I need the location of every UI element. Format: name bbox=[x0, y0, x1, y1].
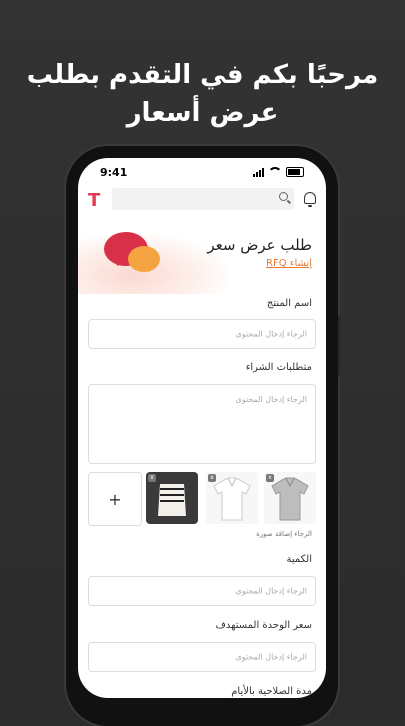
app-top-bar: T bbox=[86, 188, 318, 212]
validity-days-label: مدة الصلاحية بالأيام bbox=[231, 686, 312, 697]
add-image-button[interactable]: + bbox=[88, 472, 142, 526]
add-image-note: الرجاء إضافة صورة bbox=[256, 530, 312, 538]
purchase-requirements-placeholder: الرجاء إدخال المحتوى bbox=[235, 395, 307, 404]
status-time: 9:41 bbox=[100, 166, 128, 179]
phone-frame: 9:41 T طلب عرض سعر إنشاء RFQ اسم المنتج … bbox=[66, 146, 341, 726]
banner-title: طلب عرض سعر bbox=[207, 236, 312, 254]
notification-bell-icon[interactable] bbox=[304, 192, 316, 207]
target-unit-price-field[interactable]: الرجاء إدخال المحتوى bbox=[88, 642, 316, 672]
product-name-label: اسم المنتج bbox=[266, 298, 312, 309]
product-name-field[interactable]: الرجاء إدخال المحتوى bbox=[88, 319, 316, 349]
app-logo[interactable]: T bbox=[88, 190, 100, 211]
rfq-banner: طلب عرض سعر إنشاء RFQ bbox=[78, 224, 326, 294]
image-upload-row: + x x x bbox=[88, 472, 316, 526]
purchase-requirements-label: متطلبات الشراء bbox=[245, 362, 312, 373]
product-thumbnail[interactable]: x bbox=[206, 472, 258, 524]
status-icons bbox=[253, 167, 304, 177]
headline-line-2: عرض أسعار bbox=[126, 98, 279, 128]
status-bar: 9:41 bbox=[78, 164, 326, 182]
quantity-label: الكمية bbox=[286, 554, 312, 565]
target-unit-price-placeholder: الرجاء إدخال المحتوى bbox=[235, 652, 307, 662]
search-input[interactable] bbox=[112, 188, 294, 210]
product-thumbnail[interactable]: x bbox=[146, 472, 198, 524]
purchase-requirements-textarea[interactable]: الرجاء إدخال المحتوى bbox=[88, 384, 316, 464]
target-unit-price-label: سعر الوحدة المستهدف bbox=[215, 620, 312, 631]
create-rfq-link[interactable]: إنشاء RFQ bbox=[266, 258, 312, 269]
phone-screen: 9:41 T طلب عرض سعر إنشاء RFQ اسم المنتج … bbox=[78, 158, 326, 698]
product-thumbnail[interactable]: x bbox=[264, 472, 316, 524]
battery-icon bbox=[286, 167, 304, 177]
signal-icon bbox=[253, 167, 264, 177]
headline-line-1: مرحبًا بكم في التقدم بطلب bbox=[26, 60, 379, 90]
product-name-placeholder: الرجاء إدخال المحتوى bbox=[235, 329, 307, 339]
search-icon[interactable] bbox=[279, 192, 288, 201]
promo-headline: مرحبًا بكم في التقدم بطلب عرض أسعار bbox=[0, 56, 405, 132]
remove-image-icon[interactable]: x bbox=[208, 474, 216, 482]
wifi-icon bbox=[268, 167, 282, 177]
remove-image-icon[interactable]: x bbox=[148, 474, 156, 482]
remove-image-icon[interactable]: x bbox=[266, 474, 274, 482]
phone-side-button bbox=[338, 316, 341, 376]
chat-bubble-orange-icon bbox=[128, 246, 160, 272]
quantity-placeholder: الرجاء إدخال المحتوى bbox=[235, 586, 307, 596]
quantity-field[interactable]: الرجاء إدخال المحتوى bbox=[88, 576, 316, 606]
